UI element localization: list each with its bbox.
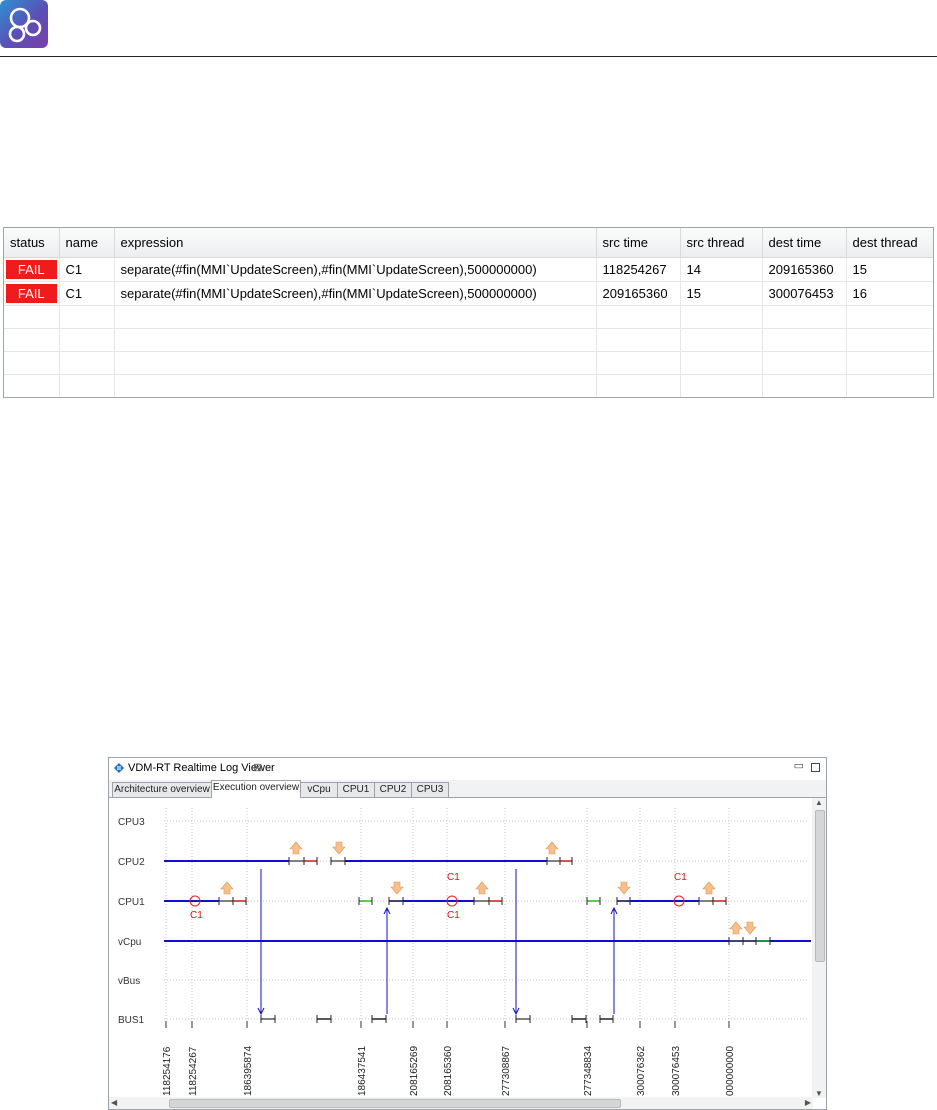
table-row[interactable]: FAIL C1 separate(#fin(MMI`UpdateScreen),… <box>4 257 933 282</box>
time-axis-label: 118254267 <box>188 1046 199 1096</box>
column-header-src-thread[interactable]: src thread <box>680 228 763 258</box>
swap-in-arrow-icon <box>220 881 234 895</box>
dest-time-cell: 209165360 <box>762 257 847 282</box>
validation-results-table[interactable]: status name expression src time src thre… <box>3 227 934 398</box>
empty-table-row <box>4 328 933 352</box>
scroll-down-arrow-icon[interactable]: ▼ <box>815 1089 823 1098</box>
column-header-src-time[interactable]: src time <box>596 228 681 258</box>
src-time-cell: 118254267 <box>596 257 681 282</box>
swap-in-arrow-icon <box>289 841 303 855</box>
violation-label: C1 <box>674 872 687 883</box>
time-axis-label: 300076362 <box>636 1046 647 1096</box>
lane-label: CPU1 <box>118 897 145 908</box>
time-axis-label: 208165360 <box>443 1046 454 1096</box>
violation-label: C1 <box>190 910 203 921</box>
lane-label: CPU3 <box>118 817 145 828</box>
status-cell: FAIL <box>4 281 60 306</box>
vertical-scrollbar[interactable]: ▲ ▼ <box>812 798 826 1098</box>
status-cell: FAIL <box>4 257 60 282</box>
column-header-status[interactable]: status <box>4 228 60 258</box>
swap-out-arrow-icon <box>617 881 631 895</box>
src-time-cell: 209165360 <box>596 281 681 306</box>
fail-status-badge: FAIL <box>6 284 57 303</box>
dest-thread-cell: 15 <box>846 257 933 282</box>
lane-label: vBus <box>118 976 140 987</box>
swap-in-arrow-icon <box>702 881 716 895</box>
fail-status-badge: FAIL <box>6 260 57 279</box>
time-axis-label: 118254176 <box>162 1046 173 1096</box>
lane-label: CPU2 <box>118 857 145 868</box>
viewer-title-bar: VDM-RT Realtime Log Viewer ⊠ ▭ <box>109 758 826 781</box>
tab-cpu3[interactable]: CPU3 <box>411 782 449 797</box>
tab-vcpu[interactable]: vCpu <box>300 782 338 797</box>
maximize-icon[interactable] <box>811 763 820 772</box>
src-thread-cell: 14 <box>680 257 763 282</box>
tab-cpu1[interactable]: CPU1 <box>337 782 375 797</box>
table-row[interactable]: FAIL C1 separate(#fin(MMI`UpdateScreen),… <box>4 281 933 306</box>
header-divider <box>0 56 937 57</box>
time-axis-label: 000000000 <box>725 1046 736 1096</box>
tab-cpu2[interactable]: CPU2 <box>374 782 412 797</box>
swap-out-arrow-icon <box>332 841 346 855</box>
empty-table-row <box>4 351 933 375</box>
time-axis-label: 277308867 <box>501 1046 512 1096</box>
name-cell: C1 <box>59 281 115 306</box>
column-header-dest-time[interactable]: dest time <box>762 228 847 258</box>
execution-overview-canvas[interactable]: CPU3 CPU2 CPU1 vCpu vBus BUS1 118254176 1182542… <box>109 798 811 1098</box>
swap-in-arrow-icon <box>545 841 559 855</box>
dest-time-cell: 300076453 <box>762 281 847 306</box>
scroll-left-arrow-icon[interactable]: ◀ <box>111 1098 117 1107</box>
src-thread-cell: 15 <box>680 281 763 306</box>
horizontal-scrollbar[interactable]: ◀ ▶ <box>109 1097 813 1109</box>
log-viewer-icon <box>114 763 124 773</box>
swap-out-arrow-icon <box>743 921 757 935</box>
vertical-scroll-thumb[interactable] <box>815 810 825 962</box>
lane-label: vCpu <box>118 937 141 948</box>
empty-table-row <box>4 374 933 397</box>
column-header-name[interactable]: name <box>59 228 115 258</box>
time-axis-label: 186437541 <box>357 1046 368 1096</box>
scroll-right-arrow-icon[interactable]: ▶ <box>805 1098 811 1107</box>
name-cell: C1 <box>59 257 115 282</box>
tab-execution-overview[interactable]: Execution overview <box>211 780 301 798</box>
swap-out-arrow-icon <box>390 881 404 895</box>
empty-table-row <box>4 305 933 329</box>
violation-label: C1 <box>447 910 460 921</box>
lane-label: BUS1 <box>118 1015 145 1026</box>
viewer-tab-bar: Architecture overview Execution overview… <box>109 780 826 798</box>
minimize-icon[interactable]: ▭ <box>794 759 804 772</box>
tab-architecture-overview[interactable]: Architecture overview <box>112 782 212 797</box>
column-header-dest-thread[interactable]: dest thread <box>846 228 933 258</box>
expression-cell: separate(#fin(MMI`UpdateScreen),#fin(MMI… <box>114 281 597 306</box>
close-icon[interactable]: ⊠ <box>253 761 262 774</box>
swap-in-arrow-icon <box>475 881 489 895</box>
app-logo-icon <box>0 0 48 48</box>
column-header-expression[interactable]: expression <box>114 228 597 258</box>
expression-cell: separate(#fin(MMI`UpdateScreen),#fin(MMI… <box>114 257 597 282</box>
time-axis-label: 300076453 <box>671 1046 682 1096</box>
time-axis-label: 277348834 <box>583 1046 594 1096</box>
horizontal-scroll-thumb[interactable] <box>169 1099 621 1108</box>
dest-thread-cell: 16 <box>846 281 933 306</box>
table-header-row: status name expression src time src thre… <box>4 228 933 258</box>
time-axis-label: 208165269 <box>409 1046 420 1096</box>
scroll-up-arrow-icon[interactable]: ▲ <box>815 798 823 807</box>
time-axis-label: 186395874 <box>243 1046 254 1096</box>
swap-in-arrow-icon <box>729 921 743 935</box>
realtime-log-viewer-window: VDM-RT Realtime Log Viewer ⊠ ▭ Architect… <box>108 757 827 1110</box>
violation-label: C1 <box>447 872 460 883</box>
